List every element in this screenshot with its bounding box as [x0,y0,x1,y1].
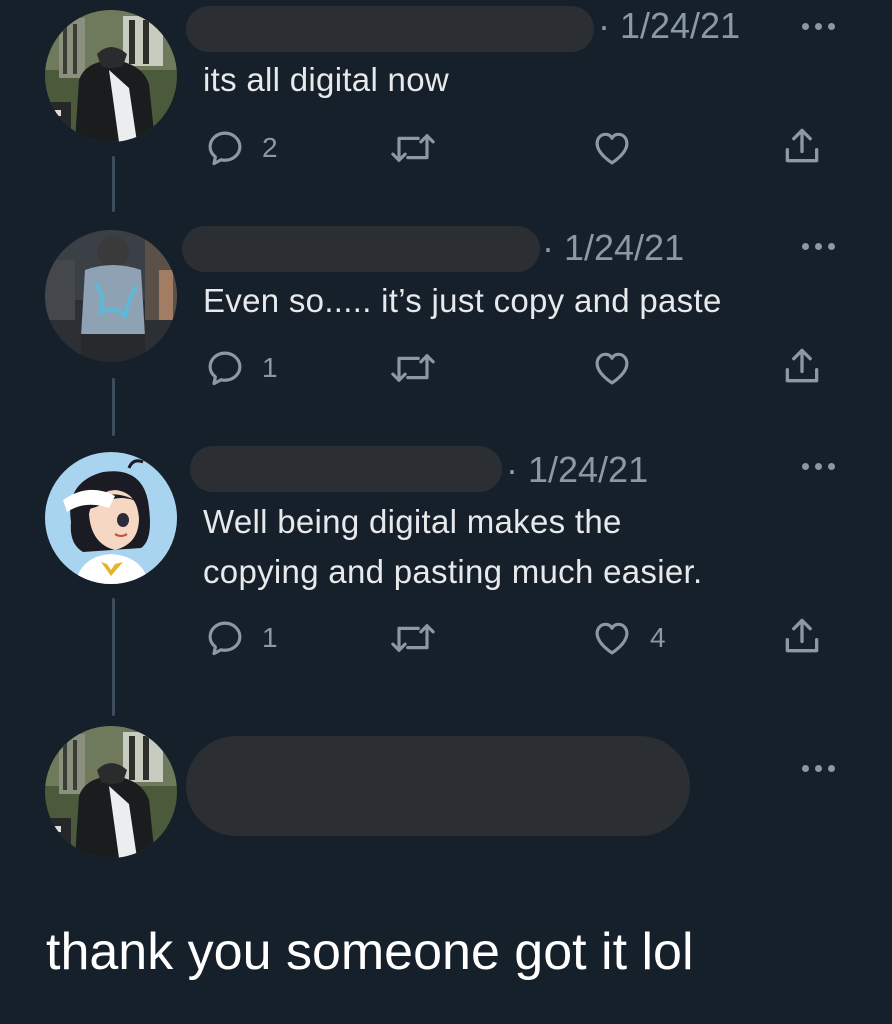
reply-icon [208,131,242,166]
reply-button[interactable]: 1 [204,346,278,390]
share-icon [785,348,819,383]
tweet-date[interactable]: · 1/24/21 [542,228,684,268]
avatar-anime-character [45,452,177,584]
avatar[interactable] [45,452,177,584]
share-button[interactable] [778,124,826,168]
more-icon[interactable] [800,240,840,254]
more-icon[interactable] [800,460,840,474]
like-count: 4 [650,622,666,653]
reply-button[interactable]: 1 [204,616,278,660]
share-icon [785,618,819,653]
thread-line [112,378,115,436]
tweet-date[interactable]: · 1/24/21 [598,6,740,46]
reply-count: 2 [262,132,278,163]
avatar-photo-person-black-jacket [45,726,177,858]
username-redacted [190,446,502,492]
like-icon [595,132,629,165]
retweet-icon [391,134,435,162]
retweet-button[interactable] [386,346,440,390]
caption-text: thank you someone got it lol [46,923,694,981]
tweet-date[interactable]: · 1/24/21 [506,450,648,490]
thread-line [112,598,115,716]
reply-count: 1 [262,622,278,653]
like-icon [595,352,629,385]
share-icon [785,128,819,163]
reply-icon [208,351,242,386]
tweet-text-line: Well being digital makes the [203,503,622,540]
tweet-text: Well being digital makes the copying and… [203,497,702,597]
reply-icon [208,621,242,656]
more-icon[interactable] [800,20,840,34]
avatar-photo-person-denim-vest [45,230,177,362]
tweet-text: its all digital now [203,55,449,105]
tweet-text-line: copying and pasting much easier. [203,553,703,590]
tweet-text-line: Even so..... it’s just copy and paste [203,282,722,319]
conversation-screen: · 1/24/21 its all digital now 2 · 1/24/2… [0,0,892,1024]
avatar[interactable] [45,10,177,142]
like-icon [595,622,629,655]
like-button[interactable] [590,346,650,390]
reply-count: 1 [262,352,278,383]
retweet-icon [391,354,435,382]
tweet-text-line: its all digital now [203,61,449,98]
retweet-button[interactable] [386,126,440,170]
tweet-text: Even so..... it’s just copy and paste [203,276,722,326]
avatar[interactable] [45,726,177,858]
retweet-icon [391,624,435,652]
username-redacted [182,226,540,272]
share-button[interactable] [778,344,826,388]
username-redacted [186,6,594,52]
share-button[interactable] [778,614,826,658]
more-icon[interactable] [800,762,840,776]
avatar-photo-person-black-jacket [45,10,177,142]
like-button[interactable]: 4 [590,616,666,660]
reply-button[interactable]: 2 [204,126,278,170]
avatar[interactable] [45,230,177,362]
retweet-button[interactable] [386,616,440,660]
like-button[interactable] [590,126,650,170]
thread-line [112,156,115,212]
tweet-content-redacted [186,736,690,836]
